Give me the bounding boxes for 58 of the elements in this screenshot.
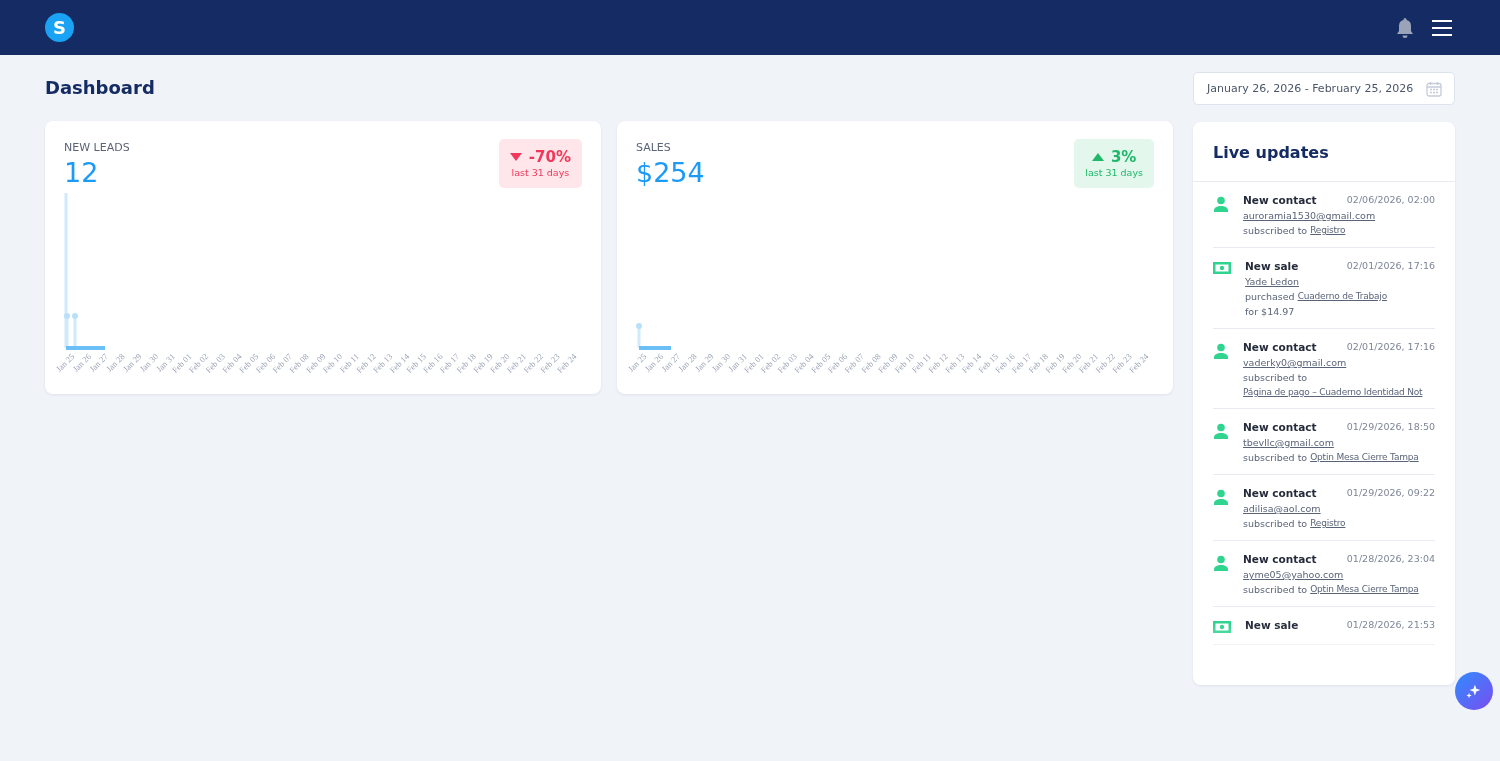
contact-link[interactable]: Yade Ledon	[1245, 276, 1435, 287]
update-detail: purchased	[1245, 291, 1295, 302]
update-title: New contact	[1243, 421, 1317, 433]
product-link[interactable]: Optin Mesa Cierre Tampa	[1310, 452, 1419, 463]
update-time: 01/29/2026, 18:50	[1346, 421, 1435, 433]
change-period: last 31 days	[1085, 167, 1143, 178]
person-icon	[1213, 343, 1229, 359]
contact-link[interactable]: ayme05@yahoo.com	[1243, 569, 1435, 580]
sparkline	[636, 323, 671, 350]
panel-title: Live updates	[1193, 122, 1455, 182]
change-value: 3%	[1110, 148, 1137, 166]
update-time: 02/01/2026, 17:16	[1346, 260, 1435, 272]
stat-value: $254	[636, 157, 705, 188]
update-title: New contact	[1243, 194, 1317, 206]
contact-link[interactable]: adilisa@aol.com	[1243, 503, 1435, 514]
menu-icon[interactable]	[1432, 19, 1452, 36]
update-title: New contact	[1243, 487, 1317, 499]
change-value: -70%	[528, 148, 571, 166]
contact-link[interactable]: auroramia1530@gmail.com	[1243, 210, 1435, 221]
product-link[interactable]: Página de pago – Cuaderno Identidad Not	[1243, 387, 1423, 397]
product-link[interactable]: Optin Mesa Cierre Tampa	[1310, 584, 1419, 595]
update-time: 02/06/2026, 02:00	[1346, 194, 1435, 206]
person-icon	[1213, 555, 1229, 571]
update-detail: subscribed to	[1243, 225, 1308, 236]
update-title: New sale	[1245, 260, 1299, 272]
update-time: 01/29/2026, 09:22	[1346, 487, 1435, 499]
product-link[interactable]: Cuaderno de Trabajo	[1297, 291, 1387, 302]
cash-icon	[1213, 621, 1231, 633]
update-title: New sale	[1245, 619, 1299, 631]
update-time: 01/28/2026, 21:53	[1346, 619, 1435, 631]
update-time: 01/28/2026, 23:04	[1346, 553, 1435, 565]
person-icon	[1213, 423, 1229, 439]
down-triangle-icon	[509, 153, 522, 161]
update-detail: subscribed to	[1243, 584, 1308, 595]
stat-label: SALES	[636, 141, 672, 154]
contact-link[interactable]: vaderky0@gmail.com	[1243, 357, 1435, 368]
person-icon	[1213, 196, 1229, 212]
up-triangle-icon	[1091, 153, 1104, 161]
update-time: 02/01/2026, 17:16	[1346, 341, 1435, 353]
update-detail: subscribed to	[1243, 372, 1308, 383]
calendar-icon	[1426, 80, 1442, 97]
cash-icon	[1213, 262, 1231, 274]
bell-icon[interactable]	[1395, 16, 1415, 39]
page-title: Dashboard	[45, 77, 156, 100]
contact-link[interactable]: tbevllc@gmail.com	[1243, 437, 1435, 448]
assistant-button[interactable]	[1455, 672, 1493, 710]
change-period: last 31 days	[511, 167, 570, 178]
stat-value: 12	[64, 157, 100, 188]
update-title: New contact	[1243, 553, 1317, 565]
update-detail: subscribed to	[1243, 452, 1308, 463]
person-icon	[1213, 489, 1229, 505]
product-link[interactable]: Registro	[1310, 518, 1346, 529]
update-title: New contact	[1243, 341, 1317, 353]
product-link[interactable]: Registro	[1310, 225, 1346, 236]
stat-label: NEW LEADS	[64, 141, 130, 154]
update-detail: subscribed to	[1243, 518, 1308, 529]
date-range-field[interactable]: January 26, 2026 - February 25, 2026	[1193, 72, 1455, 105]
update-detail: for $14.97	[1245, 306, 1295, 317]
